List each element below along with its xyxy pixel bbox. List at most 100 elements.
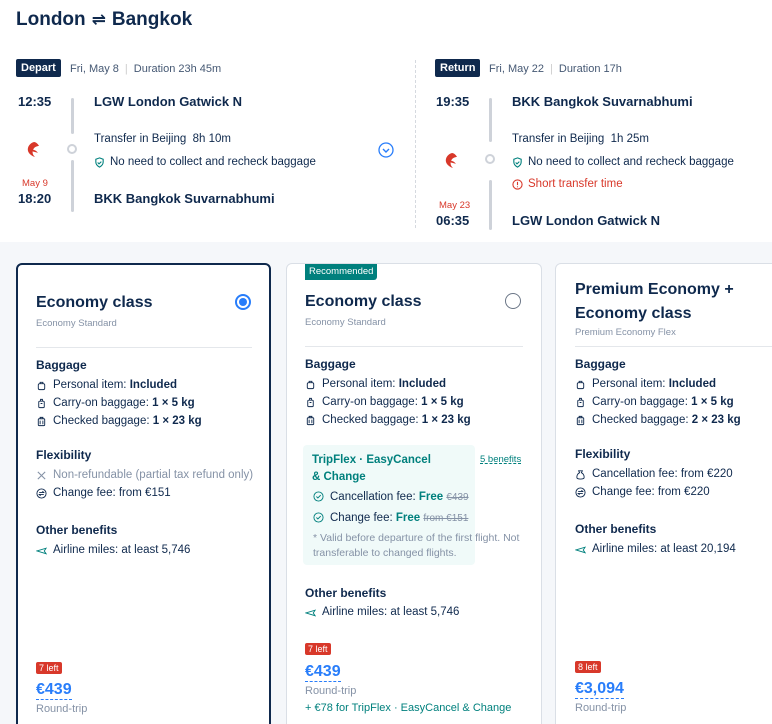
checked-label: Checked baggage: <box>322 414 419 426</box>
fare-card-economy-tripflex[interactable]: Recommended Economy class Economy Standa… <box>286 263 542 724</box>
fare-name: Economy class <box>36 294 153 311</box>
bag-icon <box>306 380 315 389</box>
baggage-list: Personal item: Included Carry-on baggage… <box>305 375 471 429</box>
fare-price[interactable]: €439 <box>305 663 341 682</box>
divider <box>575 346 772 347</box>
change-fee-text: Change fee: from €220 <box>592 486 710 498</box>
personal-item-row: Personal item: Included <box>305 375 471 393</box>
benefits-link[interactable]: 5 benefits <box>480 454 521 465</box>
transfer-dot <box>485 154 495 164</box>
personal-item-row: Personal item: Included <box>575 375 741 393</box>
fare-name: Economy class <box>305 293 422 310</box>
personal-label: Personal item: <box>592 378 666 390</box>
personal-value: Included <box>668 378 716 390</box>
baggage-title: Baggage <box>36 358 87 372</box>
return-duration: Duration 17h <box>558 63 622 75</box>
exchange-icon <box>36 487 47 499</box>
other-benefits-title: Other benefits <box>305 586 387 600</box>
baggage-title: Baggage <box>305 357 356 371</box>
fare-price[interactable]: €439 <box>36 681 72 700</box>
change-fee-text: Change fee: from €151 <box>53 487 171 499</box>
carry-value: 1 × 5 kg <box>691 396 734 408</box>
airline-logo-icon <box>442 151 462 171</box>
flexibility-title: Flexibility <box>575 447 631 461</box>
price-note: Round-trip <box>305 685 357 697</box>
miles-text: Airline miles: at least 5,746 <box>322 606 460 618</box>
expand-chevron-icon[interactable] <box>378 142 394 158</box>
fare-subname: Economy Standard <box>305 317 386 328</box>
flexibility-list: Cancellation fee: from €220 Change fee: … <box>575 465 733 501</box>
depart-duration: Duration 23h 45m <box>133 63 222 75</box>
close-icon <box>37 470 46 480</box>
route-title: London ⇌ Bangkok <box>16 9 192 31</box>
return-meta: Fri, May 22 | Duration 17h <box>489 63 622 75</box>
change-label: Change fee: <box>330 511 393 524</box>
cancel-label: Cancellation fee: <box>330 490 416 503</box>
depart-arr-time: 18:20 <box>18 191 52 206</box>
checked-row: Checked baggage: 1 × 23 kg <box>305 411 471 429</box>
short-transfer-warning: Short transfer time <box>512 178 623 190</box>
refund-text: Non-refundable (partial tax refund only) <box>53 469 254 481</box>
carry-on-row: Carry-on baggage: 1 × 5 kg <box>305 393 471 411</box>
seats-left-badge: 7 left <box>36 662 62 674</box>
origin-city: London <box>16 9 86 30</box>
return-baggage-note: No need to collect and recheck baggage <box>512 156 734 168</box>
plane-icon <box>575 545 586 553</box>
depart-dep-time: 12:35 <box>18 94 52 109</box>
checked-row: Checked baggage: 2 × 23 kg <box>575 411 741 429</box>
fare-price[interactable]: €3,094 <box>575 680 624 699</box>
checked-value: 1 × 23 kg <box>421 414 471 426</box>
fare-subname: Premium Economy Flex <box>575 327 676 338</box>
baggage-note-text: No need to collect and recheck baggage <box>110 156 316 168</box>
depart-tag: Depart <box>16 59 61 77</box>
fare-subname: Economy Standard <box>36 318 117 329</box>
transfer-label: Transfer in Beijing <box>512 133 605 145</box>
transfer-label: Transfer in Beijing <box>94 133 187 145</box>
plane-icon <box>36 546 47 554</box>
personal-label: Personal item: <box>322 378 396 390</box>
miles-row: Airline miles: at least 5,746 <box>36 541 190 559</box>
cancel-old-price: €439 <box>446 491 469 503</box>
segment-divider <box>415 60 416 228</box>
carry-label: Carry-on baggage: <box>322 396 418 408</box>
suitcase-icon <box>577 397 584 407</box>
luggage-icon <box>37 416 46 426</box>
fare-radio[interactable] <box>235 294 251 310</box>
tripflex-note: * Valid before departure of the first fl… <box>313 532 520 559</box>
tripflex-upsell[interactable]: + €78 for TripFlex · EasyCancel & Change <box>305 702 511 714</box>
return-arr-date: May 23 <box>439 200 471 211</box>
check-circle-icon <box>313 512 324 523</box>
cancel-free: Free <box>418 490 444 503</box>
shield-check-icon <box>95 156 104 168</box>
change-free: Free <box>395 511 421 524</box>
refund-row: Non-refundable (partial tax refund only) <box>36 466 253 484</box>
other-benefits-list: Airline miles: at least 20,194 <box>575 540 736 558</box>
personal-item-row: Personal item: Included <box>36 376 202 394</box>
return-date: Fri, May 22 <box>489 63 545 75</box>
return-dep-airport: BKK Bangkok Suvarnabhumi <box>512 94 693 109</box>
transfer-dot <box>67 144 77 154</box>
transfer-time: 8h 10m <box>192 133 232 145</box>
change-fee-row: Change fee: from €220 <box>575 483 733 501</box>
flexibility-title: Flexibility <box>36 448 92 462</box>
return-transfer: Transfer in Beijing 1h 25m <box>512 133 649 145</box>
airline-logo-icon <box>24 140 44 160</box>
miles-row: Airline miles: at least 5,746 <box>305 603 459 621</box>
carry-value: 1 × 5 kg <box>421 396 464 408</box>
suitcase-icon <box>38 398 45 408</box>
tripflex-list: Cancellation fee: Free €439 Change fee: … <box>313 486 469 528</box>
personal-value: Included <box>398 378 446 390</box>
price-note: Round-trip <box>36 703 88 715</box>
return-dep-time: 19:35 <box>436 94 470 109</box>
destination-city: Bangkok <box>111 9 193 30</box>
timeline-line <box>71 160 74 212</box>
fare-radio[interactable] <box>505 293 521 309</box>
depart-arr-airport: BKK Bangkok Suvarnabhumi <box>94 191 275 206</box>
fare-card-economy-standard[interactable]: Economy class Economy Standard Baggage P… <box>16 263 271 724</box>
personal-value: Included <box>129 379 177 391</box>
checked-value: 2 × 23 kg <box>691 414 741 426</box>
tripflex-title: TripFlex · EasyCancel & Change <box>312 454 431 483</box>
money-bag-icon <box>576 469 585 480</box>
fare-card-premium-economy[interactable]: Premium Economy + Economy class Premium … <box>555 263 772 724</box>
timeline-line <box>489 98 492 142</box>
